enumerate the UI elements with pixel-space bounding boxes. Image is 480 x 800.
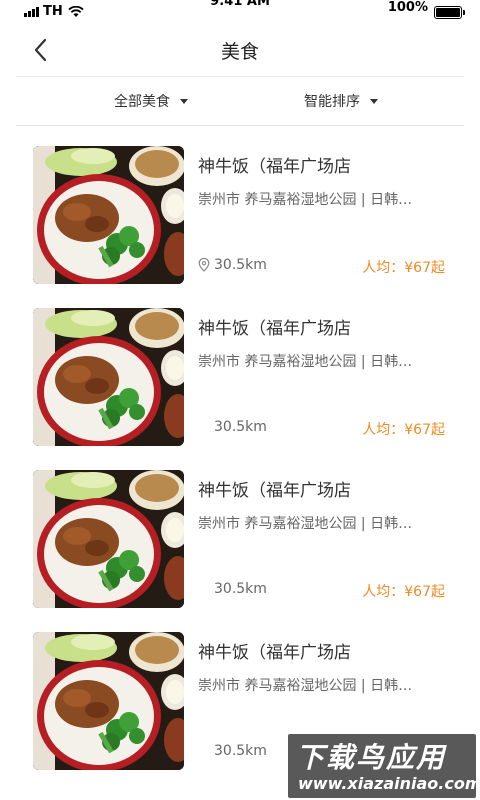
average-price: 人均：¥67起 <box>362 422 445 438</box>
distance-text: 30.5km <box>214 257 267 273</box>
restaurant-name: 神牛饭（福年广场店 <box>198 157 351 177</box>
food-thumbnail <box>33 308 184 446</box>
caret-down-icon <box>180 98 188 104</box>
restaurant-address: 崇州市 养马嘉裕湿地公园 | 日韩… <box>198 192 413 208</box>
distance-info: 30.5km <box>198 581 267 597</box>
battery-percent: 100% <box>387 0 428 15</box>
sort-filter-dropdown[interactable]: 智能排序 <box>304 91 378 111</box>
food-thumbnail <box>33 470 184 608</box>
distance-info: 30.5km <box>198 419 267 435</box>
battery-icon <box>434 6 465 19</box>
distance-text: 30.5km <box>214 581 267 597</box>
restaurant-address: 崇州市 养马嘉裕湿地公园 | 日韩… <box>198 678 413 694</box>
average-price: 人均：¥67起 <box>362 584 445 600</box>
category-filter-dropdown[interactable]: 全部美食 <box>114 91 188 111</box>
restaurant-name: 神牛饭（福年广场店 <box>198 643 351 663</box>
location-pin-icon <box>198 257 210 272</box>
restaurant-list: 神牛饭（福年广场店 崇州市 养马嘉裕湿地公园 | 日韩… 30.5km 人均：¥… <box>33 146 453 794</box>
sort-filter-label: 智能排序 <box>304 94 360 110</box>
watermark-url: www.xiazainiao.com <box>298 774 480 793</box>
watermark-main: 下载鸟应用 <box>296 741 447 774</box>
restaurant-address: 崇州市 养马嘉裕湿地公园 | 日韩… <box>198 516 413 532</box>
distance-info: 30.5km <box>198 257 267 273</box>
restaurant-address: 崇州市 养马嘉裕湿地公园 | 日韩… <box>198 354 413 370</box>
battery-level <box>436 8 460 17</box>
food-thumbnail <box>33 632 184 770</box>
location-pin-icon <box>198 582 210 596</box>
restaurant-name: 神牛饭（福年广场店 <box>198 319 351 339</box>
caret-down-icon <box>370 98 378 104</box>
food-thumbnail <box>33 146 184 284</box>
status-bar: TH 9:41 AM 100% <box>0 0 480 24</box>
status-right: 100% <box>387 0 465 19</box>
filter-bar: 全部美食 智能排序 <box>16 77 464 126</box>
restaurant-card[interactable]: 神牛饭（福年广场店 崇州市 养马嘉裕湿地公园 | 日韩… 30.5km 人均：¥… <box>33 146 453 284</box>
distance-text: 30.5km <box>214 419 267 435</box>
location-pin-icon <box>198 744 210 758</box>
watermark: 下载鸟应用 www.xiazainiao.com <box>288 734 480 798</box>
distance-text: 30.5km <box>214 743 267 759</box>
category-filter-label: 全部美食 <box>114 94 170 110</box>
nav-bar: 美食 <box>16 24 464 77</box>
restaurant-card[interactable]: 神牛饭（福年广场店 崇州市 养马嘉裕湿地公园 | 日韩… 30.5km 人均：¥… <box>33 308 453 446</box>
page-title: 美食 <box>220 41 259 63</box>
distance-info: 30.5km <box>198 743 267 759</box>
restaurant-name: 神牛饭（福年广场店 <box>198 481 351 501</box>
restaurant-card[interactable]: 神牛饭（福年广场店 崇州市 养马嘉裕湿地公园 | 日韩… 30.5km 人均：¥… <box>33 470 453 608</box>
average-price: 人均：¥67起 <box>362 260 445 276</box>
location-pin-icon <box>198 420 210 434</box>
